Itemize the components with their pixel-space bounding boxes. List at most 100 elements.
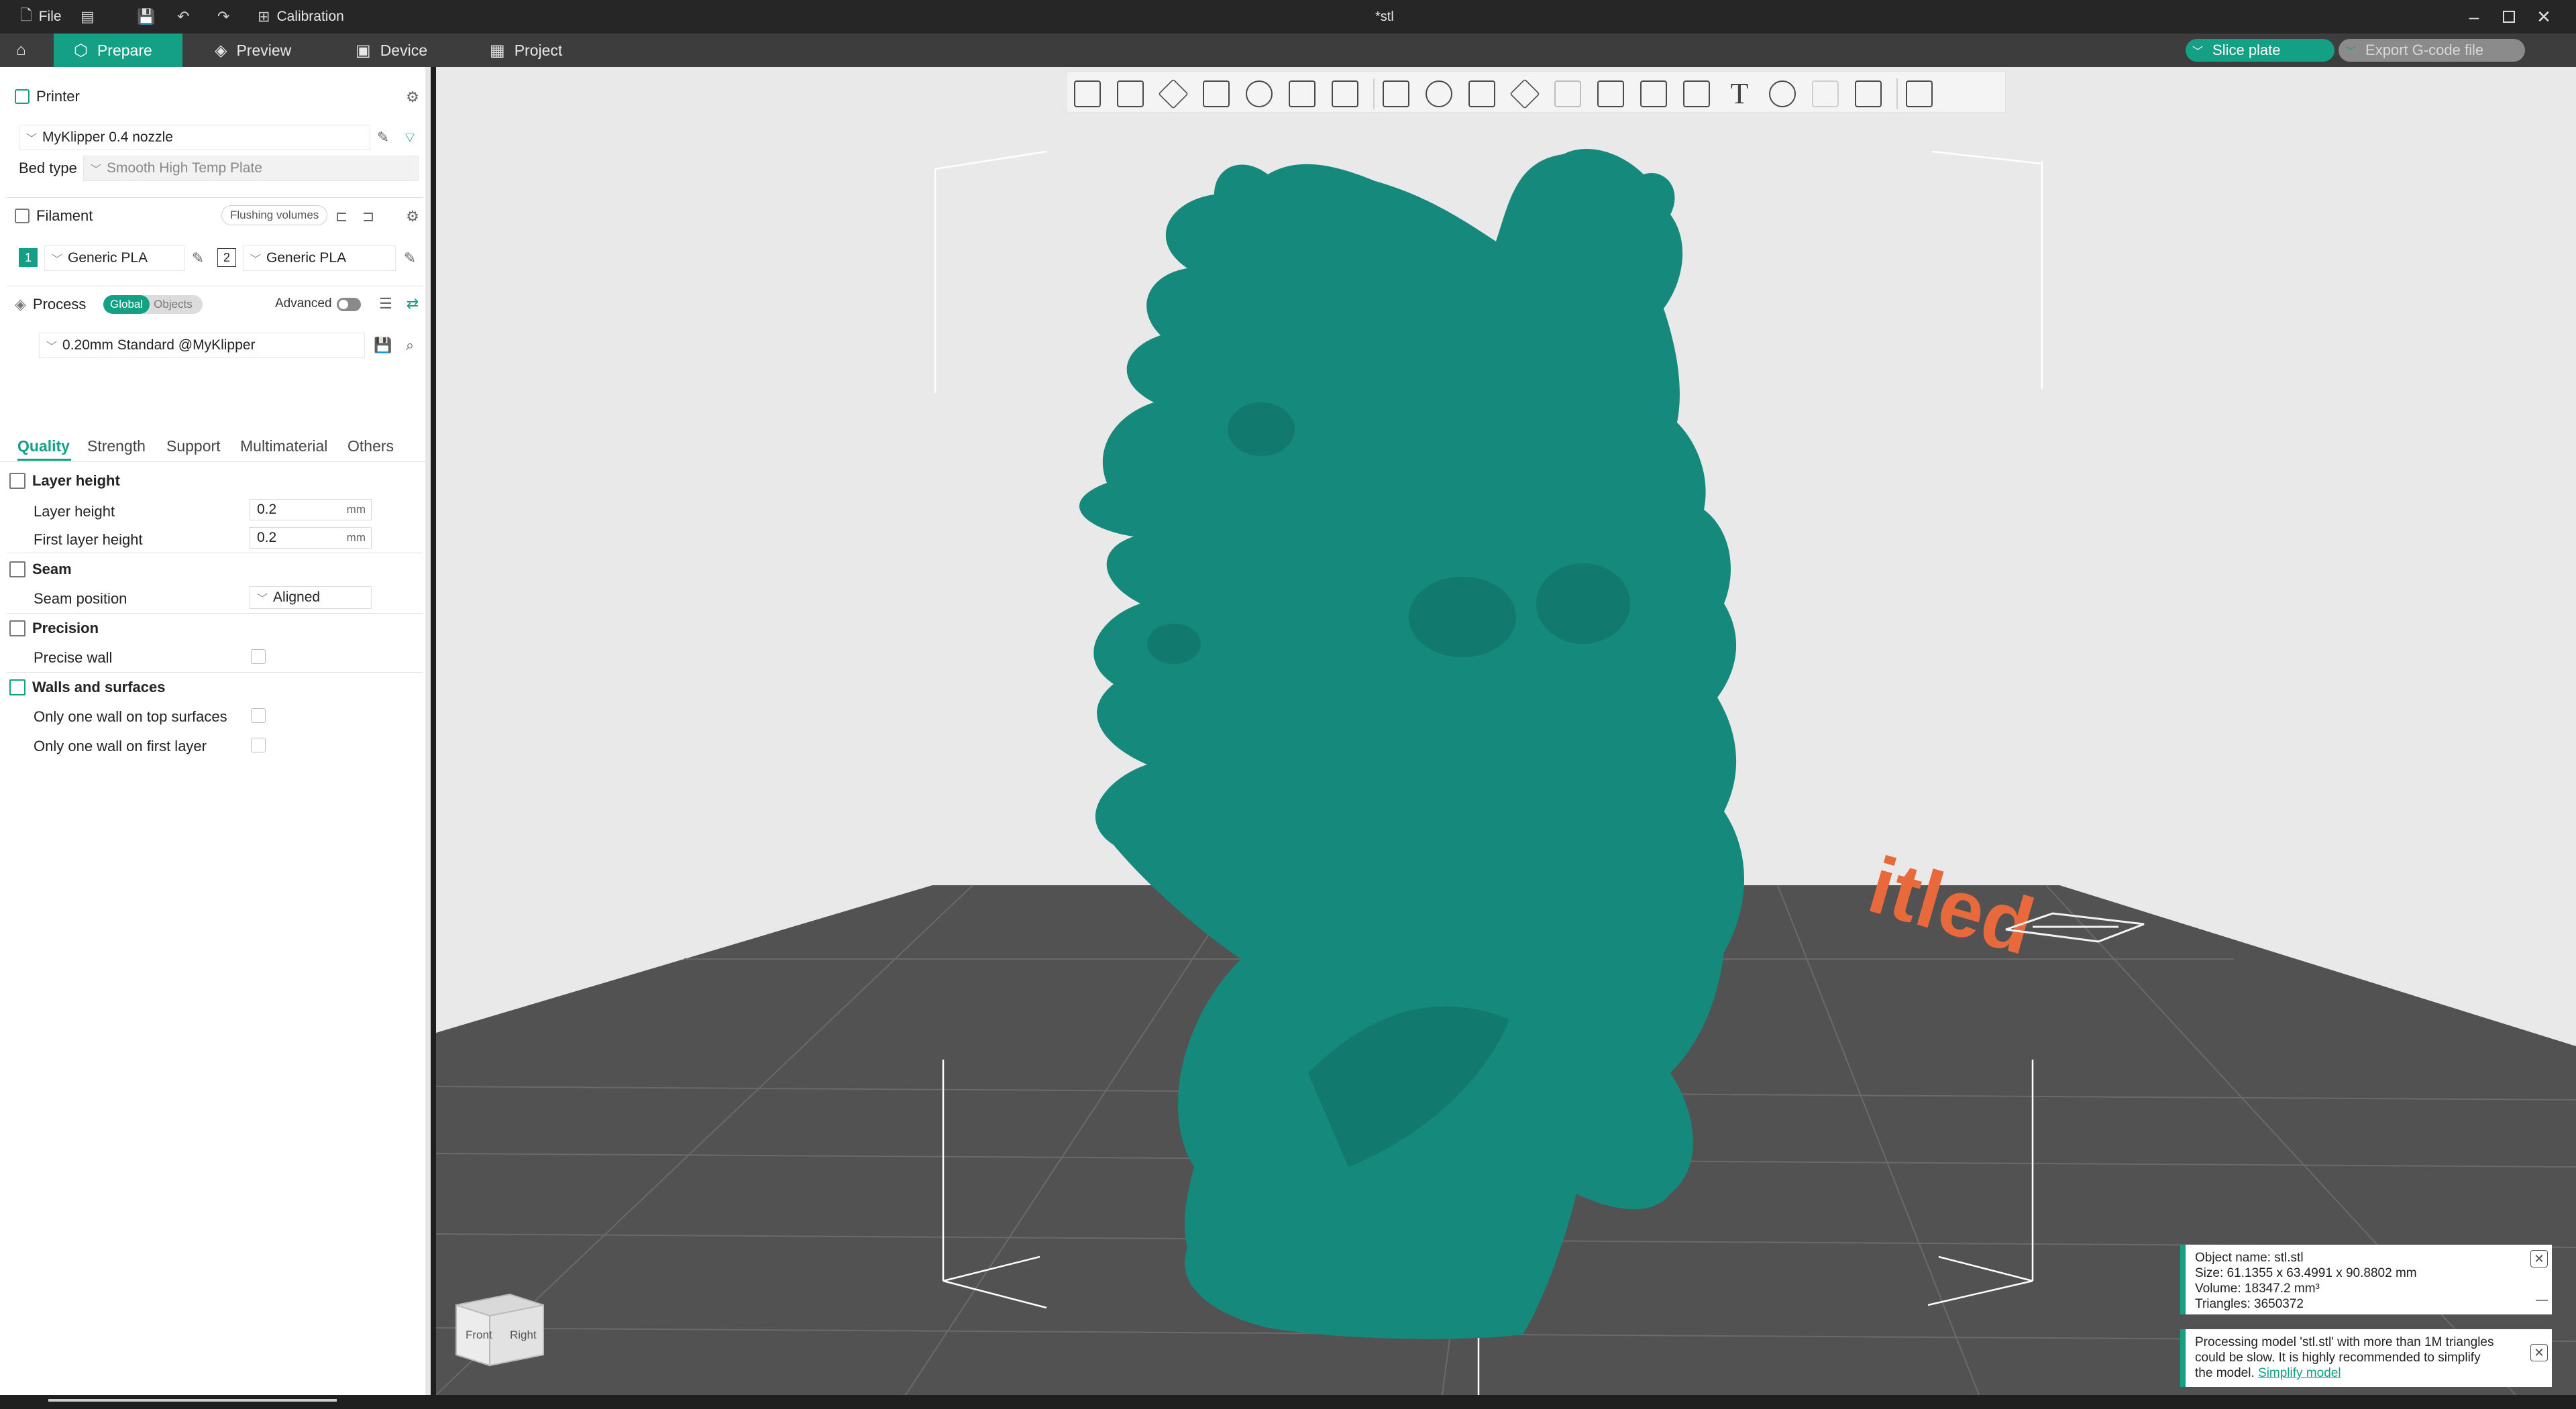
document-title: *stl bbox=[1375, 9, 1394, 24]
calibration-label: Calibration bbox=[276, 9, 344, 24]
bed-type-label: Bed type bbox=[19, 160, 77, 176]
close-window-button[interactable]: ✕ bbox=[2526, 0, 2561, 34]
view-cube[interactable]: Front Right bbox=[455, 1293, 544, 1367]
redo-icon: ↷ bbox=[217, 8, 230, 25]
seam-position-select[interactable]: ﹀ Aligned bbox=[250, 586, 372, 609]
tab-device[interactable]: ▣ Device bbox=[335, 34, 447, 67]
viewport-toolbar: T bbox=[1067, 71, 2006, 113]
plate-settings-icon[interactable] bbox=[1906, 80, 1933, 107]
simplify-notification: Processing model 'stl.stl' with more tha… bbox=[2180, 1329, 2552, 1387]
subtab-multimaterial[interactable]: Multimaterial bbox=[240, 437, 327, 455]
arrange-icon[interactable] bbox=[1203, 80, 1230, 107]
cut-icon[interactable] bbox=[1597, 80, 1624, 107]
notification-line-2: could be slow. It is highly recommended … bbox=[2195, 1351, 2481, 1365]
orient-icon[interactable] bbox=[1158, 78, 1189, 109]
object-volume-line: Volume: 18347.2 mm³ bbox=[2195, 1282, 2320, 1296]
edit-filament-1-icon[interactable]: ✎ bbox=[188, 248, 208, 268]
search-icon[interactable]: ⌕ bbox=[400, 335, 420, 355]
seam-paint-icon[interactable] bbox=[1683, 80, 1710, 107]
slice-plate-button[interactable]: ﹀ Slice plate bbox=[2186, 39, 2334, 62]
scope-objects-button[interactable]: Objects bbox=[150, 295, 197, 314]
subtab-quality[interactable]: Quality bbox=[17, 437, 70, 455]
filament-settings-icon[interactable]: ⚙ bbox=[402, 207, 423, 227]
one-wall-top-checkbox[interactable] bbox=[251, 708, 266, 723]
export-gcode-label: Export G-code file bbox=[2365, 42, 2484, 58]
advanced-label: Advanced bbox=[275, 296, 332, 311]
support-paint-icon[interactable] bbox=[1640, 80, 1667, 107]
3d-viewport[interactable]: itled Front Right T Object name: stl.stl… bbox=[436, 67, 2576, 1395]
subtab-support[interactable]: Support bbox=[166, 437, 221, 455]
printer-preset-select[interactable]: ﹀ MyKlipper 0.4 nozzle bbox=[19, 125, 370, 150]
group-seam-label: Seam bbox=[32, 561, 72, 577]
filament-slot-2-badge: 2 bbox=[217, 248, 236, 267]
advanced-toggle[interactable] bbox=[337, 298, 361, 311]
edit-filament-2-icon[interactable]: ✎ bbox=[400, 248, 420, 268]
one-wall-first-checkbox[interactable] bbox=[251, 738, 266, 752]
close-icon: ✕ bbox=[2536, 6, 2551, 27]
printer-settings-icon[interactable]: ⚙ bbox=[402, 87, 423, 107]
split-objects-icon[interactable] bbox=[1246, 80, 1273, 107]
menu-icon-button[interactable]: ▤ bbox=[80, 0, 95, 34]
tab-prepare[interactable]: ⬡ Prepare bbox=[54, 34, 182, 67]
tab-preview-label: Preview bbox=[236, 41, 292, 59]
save-preset-icon[interactable]: 💾 bbox=[373, 335, 393, 355]
first-layer-height-input[interactable]: 0.2 mm bbox=[250, 527, 372, 549]
assembly-icon[interactable] bbox=[1812, 80, 1839, 107]
scope-global-button[interactable]: Global bbox=[103, 295, 150, 314]
subtab-strength[interactable]: Strength bbox=[87, 437, 146, 455]
bed-type-select[interactable]: ﹀ Smooth High Temp Plate bbox=[83, 156, 419, 181]
minimize-button[interactable]: – bbox=[2457, 0, 2491, 34]
chevron-down-icon: ﹀ bbox=[257, 594, 268, 605]
move-icon[interactable] bbox=[1383, 80, 1409, 107]
add-object-icon[interactable] bbox=[1074, 80, 1101, 107]
remove-filament-icon[interactable]: ⊐ bbox=[358, 207, 378, 227]
calibration-icon: ⊞ bbox=[258, 8, 270, 25]
close-info-button[interactable]: ✕ bbox=[2530, 1250, 2548, 1267]
filament-slot-1-select[interactable]: ﹀ Generic PLA bbox=[44, 245, 185, 271]
calibration-menu[interactable]: ⊞ Calibration bbox=[258, 0, 344, 34]
undo-button[interactable]: ↶ bbox=[177, 0, 189, 34]
collapse-icon[interactable] bbox=[2536, 1300, 2548, 1301]
flushing-volumes-button[interactable]: Flushing volumes bbox=[221, 205, 328, 225]
edit-printer-icon[interactable]: ✎ bbox=[373, 127, 393, 148]
layers-editing-icon[interactable] bbox=[1332, 80, 1358, 107]
text-tool-icon[interactable]: T bbox=[1726, 79, 1753, 109]
add-filament-icon[interactable]: ⊏ bbox=[331, 207, 352, 227]
rotate-icon[interactable] bbox=[1426, 80, 1452, 107]
close-notification-button[interactable]: ✕ bbox=[2530, 1344, 2548, 1361]
maximize-icon bbox=[2503, 11, 2515, 23]
scroll-indicator bbox=[48, 1399, 337, 1402]
process-compare-icon[interactable]: ⇄ bbox=[402, 294, 423, 314]
process-list-icon[interactable]: ☰ bbox=[376, 294, 396, 314]
tab-project[interactable]: ▦ Project bbox=[470, 34, 582, 67]
export-gcode-button[interactable]: ﹀ Export G-code file bbox=[2339, 39, 2525, 62]
layer-height-input[interactable]: 0.2 mm bbox=[250, 499, 372, 520]
toolbar-divider bbox=[1373, 78, 1375, 109]
filament-slot-2-select[interactable]: ﹀ Generic PLA bbox=[243, 245, 396, 271]
fit-view-icon[interactable] bbox=[1855, 80, 1882, 107]
object-triangles-line: Triangles: 3650372 bbox=[2195, 1297, 2304, 1311]
precise-wall-checkbox[interactable] bbox=[251, 649, 266, 664]
scope-toggle: Global Objects bbox=[103, 295, 203, 314]
redo-button[interactable]: ↷ bbox=[217, 0, 229, 34]
close-icon: ✕ bbox=[2534, 1345, 2544, 1359]
split-parts-icon[interactable] bbox=[1289, 80, 1316, 107]
process-preset-select[interactable]: ﹀ 0.20mm Standard @MyKlipper bbox=[39, 333, 365, 358]
file-menu-label: File bbox=[38, 9, 62, 24]
slice-plate-label: Slice plate bbox=[2212, 42, 2281, 58]
boolean-icon[interactable] bbox=[1554, 80, 1581, 107]
subtab-others[interactable]: Others bbox=[347, 437, 394, 455]
grid-icon[interactable] bbox=[1117, 80, 1144, 107]
lay-on-face-icon[interactable] bbox=[1509, 78, 1540, 109]
menu-icon: ▤ bbox=[80, 8, 95, 25]
maximize-button[interactable] bbox=[2491, 0, 2526, 34]
scale-icon[interactable] bbox=[1468, 80, 1495, 107]
dropdown-chevron-icon: ﹀ bbox=[2345, 46, 2357, 58]
home-button[interactable]: ⌂ bbox=[0, 34, 42, 67]
wifi-icon[interactable]: ⌔ bbox=[400, 127, 420, 148]
tab-preview[interactable]: ◈ Preview bbox=[195, 34, 311, 67]
file-menu[interactable]: 🗋 File bbox=[20, 0, 62, 34]
measure-icon[interactable] bbox=[1769, 80, 1796, 107]
simplify-model-link[interactable]: Simplify model bbox=[2258, 1366, 2341, 1380]
save-button[interactable]: 💾 bbox=[137, 0, 155, 34]
